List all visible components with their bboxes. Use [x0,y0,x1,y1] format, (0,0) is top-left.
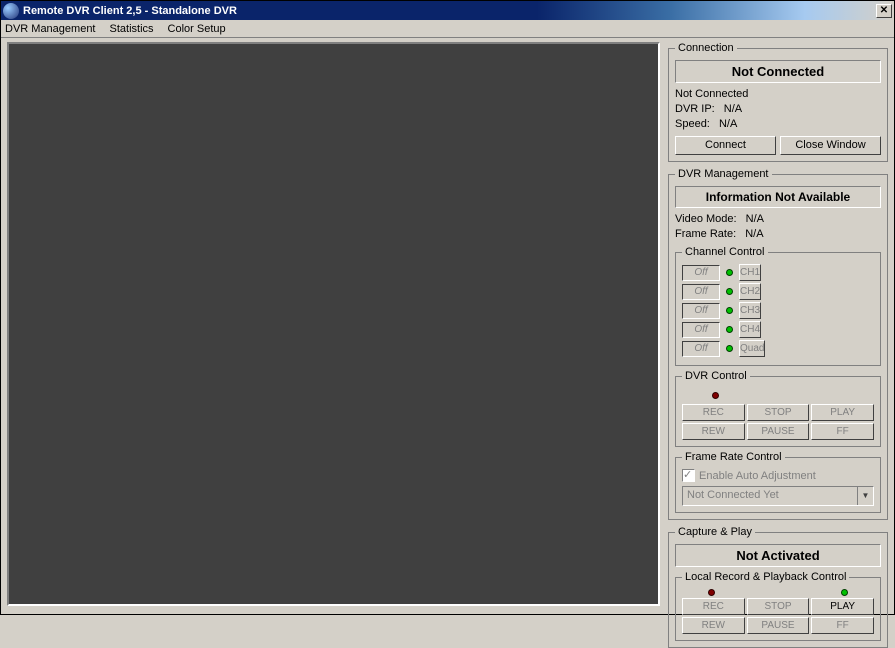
dvr-management-group: DVR Management Information Not Available… [668,168,888,520]
auto-adjust-label: Enable Auto Adjustment [699,470,816,482]
dvr-rec-button[interactable]: REC [682,404,745,421]
close-window-button[interactable]: Close Window [780,136,881,155]
ch2-led-icon [726,288,733,295]
ch4-button[interactable]: CH4 [739,321,761,338]
local-control-group: Local Record & Playback Control REC STOP… [675,571,881,641]
local-rew-button[interactable]: REW [682,617,745,634]
channel-control-legend: Channel Control [682,246,768,258]
local-stop-button[interactable]: STOP [747,598,810,615]
quad-button[interactable]: Quad [739,340,765,357]
speed-label: Speed: [675,117,710,132]
frame-rate-control-group: Frame Rate Control Enable Auto Adjustmen… [675,451,881,513]
capture-play-legend: Capture & Play [675,526,755,538]
channel-control-group: Channel Control Off CH1 Off CH2 Off CH3 [675,246,881,366]
local-play-led-icon [841,589,848,596]
capture-play-status: Not Activated [675,544,881,567]
chevron-down-icon: ▼ [857,487,873,505]
channel-row-ch2: Off CH2 [682,283,874,300]
auto-adjust-row: Enable Auto Adjustment [682,469,874,482]
dvr-control-legend: DVR Control [682,370,750,382]
close-window-icon[interactable]: ✕ [876,4,892,18]
connection-speed: Speed: N/A [675,117,881,132]
auto-adjust-checkbox[interactable] [682,469,695,482]
ch3-led-icon [726,307,733,314]
video-mode-value: N/A [746,212,764,227]
right-panel: Connection Not Connected Not Connected D… [668,42,888,606]
app-icon [3,3,19,19]
main-area: Connection Not Connected Not Connected D… [1,38,894,614]
dvr-ff-button[interactable]: FF [811,423,874,440]
local-rec-button[interactable]: REC [682,598,745,615]
window-title: Remote DVR Client 2,5 - Standalone DVR [23,5,876,17]
connection-line1: Not Connected [675,87,881,102]
channel-row-ch4: Off CH4 [682,321,874,338]
ch3-off-button[interactable]: Off [682,303,720,319]
connection-status: Not Connected [675,60,881,83]
video-mode-line: Video Mode: N/A [675,212,881,227]
frame-rate-value: N/A [745,227,763,242]
quad-off-button[interactable]: Off [682,341,720,357]
ch1-led-icon [726,269,733,276]
frame-rate-dropdown-value: Not Connected Yet [683,487,857,505]
dvr-rew-button[interactable]: REW [682,423,745,440]
frame-rate-dropdown[interactable]: Not Connected Yet ▼ [682,486,874,506]
capture-play-group: Capture & Play Not Activated Local Recor… [668,526,888,648]
ip-value: N/A [724,102,742,117]
channel-row-ch3: Off CH3 [682,302,874,319]
connection-ip: DVR IP: N/A [675,102,881,117]
frame-rate-label: Frame Rate: [675,227,736,242]
titlebar: Remote DVR Client 2,5 - Standalone DVR ✕ [1,1,894,20]
ch3-button[interactable]: CH3 [739,302,761,319]
local-ff-button[interactable]: FF [811,617,874,634]
local-play-button[interactable]: PLAY [811,598,874,615]
quad-led-icon [726,345,733,352]
dvr-info-status: Information Not Available [675,186,881,208]
menu-dvr-management[interactable]: DVR Management [5,23,96,35]
channel-row-quad: Off Quad [682,340,874,357]
ch1-button[interactable]: CH1 [739,264,761,281]
menu-statistics[interactable]: Statistics [110,23,154,35]
speed-value: N/A [719,117,737,132]
dvr-control-group: DVR Control REC STOP PLAY REW PAUSE FF [675,370,881,447]
connect-button[interactable]: Connect [675,136,776,155]
ch4-led-icon [726,326,733,333]
video-viewport [7,42,660,606]
local-rec-led-icon [708,589,715,596]
frame-rate-control-legend: Frame Rate Control [682,451,785,463]
menubar: DVR Management Statistics Color Setup [1,20,894,38]
dvr-rec-led-icon [712,392,719,399]
connection-group: Connection Not Connected Not Connected D… [668,42,888,162]
local-control-legend: Local Record & Playback Control [682,571,849,583]
frame-rate-line: Frame Rate: N/A [675,227,881,242]
menu-color-setup[interactable]: Color Setup [168,23,226,35]
ch1-off-button[interactable]: Off [682,265,720,281]
ch4-off-button[interactable]: Off [682,322,720,338]
channel-row-ch1: Off CH1 [682,264,874,281]
local-pause-button[interactable]: PAUSE [747,617,810,634]
connection-legend: Connection [675,42,737,54]
dvr-pause-button[interactable]: PAUSE [747,423,810,440]
dvr-play-button[interactable]: PLAY [811,404,874,421]
video-mode-label: Video Mode: [675,212,737,227]
ch2-button[interactable]: CH2 [739,283,761,300]
dvr-management-legend: DVR Management [675,168,772,180]
dvr-stop-button[interactable]: STOP [747,404,810,421]
ch2-off-button[interactable]: Off [682,284,720,300]
ip-label: DVR IP: [675,102,715,117]
